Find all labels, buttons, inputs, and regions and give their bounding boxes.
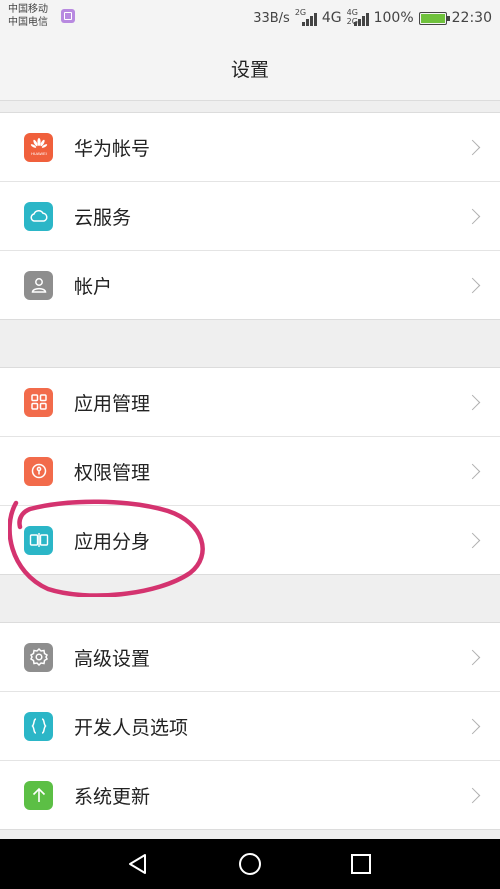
settings-item-permission-management[interactable]: 权限管理: [0, 436, 500, 505]
settings-item-system-update[interactable]: 系统更新: [0, 760, 500, 829]
twin-app-icon: [24, 525, 53, 555]
settings-item-developer-options[interactable]: 开发人员选项: [0, 691, 500, 760]
settings-item-cloud-service[interactable]: 云服务: [0, 181, 500, 250]
settings-item-label: 系统更新: [74, 785, 151, 808]
settings-item-huawei-account[interactable]: HUAWEI 华为帐号: [0, 113, 500, 181]
network-type-4g: 4G: [321, 10, 342, 26]
status-indicators: 33B/s 2G 4G 4G 2G 100% 22:30: [253, 8, 492, 28]
settings-item-app-management[interactable]: 应用管理: [0, 368, 500, 436]
settings-item-accounts[interactable]: 帐户: [0, 250, 500, 319]
settings-group-system: 高级设置 开发人员选项 系统更新: [0, 622, 500, 830]
gear-icon: [24, 642, 53, 672]
carrier-1: 中国移动: [8, 4, 48, 15]
chevron-right-icon: [464, 718, 481, 734]
home-icon[interactable]: [238, 852, 262, 876]
page-title: 设置: [230, 58, 269, 81]
chevron-right-icon: [464, 787, 481, 803]
settings-item-label: 帐户: [74, 275, 113, 298]
signal-icon: 2G: [295, 8, 317, 26]
settings-item-label: 云服务: [74, 206, 132, 229]
navigation-bar: [0, 839, 500, 889]
network-speed: 33B/s: [253, 10, 290, 26]
braces-icon: [24, 711, 53, 741]
settings-item-label: 高级设置: [74, 647, 151, 670]
battery-percent: 100%: [373, 10, 414, 26]
status-bar: 中国移动 中国电信 33B/s 2G 4G 4G 2G 100% 22:30: [0, 0, 500, 36]
huawei-logo-icon: HUAWEI: [24, 132, 53, 162]
chevron-right-icon: [464, 463, 481, 479]
dual-signal-icon: 4G 2G: [347, 8, 369, 26]
settings-group-accounts: HUAWEI 华为帐号 云服务 帐户: [0, 112, 500, 320]
settings-item-label: 应用分身: [74, 530, 151, 553]
settings-item-label: 开发人员选项: [74, 716, 189, 739]
recents-icon[interactable]: [349, 852, 373, 876]
person-icon: [24, 270, 53, 300]
chevron-right-icon: [464, 394, 481, 410]
chevron-right-icon: [464, 532, 481, 548]
cloud-icon: [24, 201, 53, 231]
chevron-right-icon: [464, 139, 481, 155]
huawei-logo-text: HUAWEI: [31, 151, 47, 156]
settings-item-label: 华为帐号: [74, 137, 151, 160]
settings-group-apps: 应用管理 权限管理 应用分身: [0, 367, 500, 575]
settings-item-app-twin[interactable]: 应用分身: [0, 505, 500, 574]
chevron-right-icon: [464, 649, 481, 665]
carrier-2: 中国电信: [8, 17, 48, 28]
up-arrow-icon: [24, 780, 53, 810]
chevron-right-icon: [464, 277, 481, 293]
settings-item-advanced-settings[interactable]: 高级设置: [0, 623, 500, 691]
grid-icon: [24, 387, 53, 417]
chevron-right-icon: [464, 208, 481, 224]
header-bar: 设置: [0, 36, 500, 101]
gallery-notification-icon: [61, 9, 75, 23]
key-icon: [24, 456, 53, 486]
settings-item-label: 权限管理: [74, 461, 151, 484]
carrier-info: 中国移动 中国电信: [8, 3, 48, 29]
back-icon[interactable]: [126, 852, 150, 876]
clock: 22:30: [451, 10, 492, 26]
battery-icon: [418, 11, 450, 25]
settings-item-label: 应用管理: [74, 392, 151, 415]
